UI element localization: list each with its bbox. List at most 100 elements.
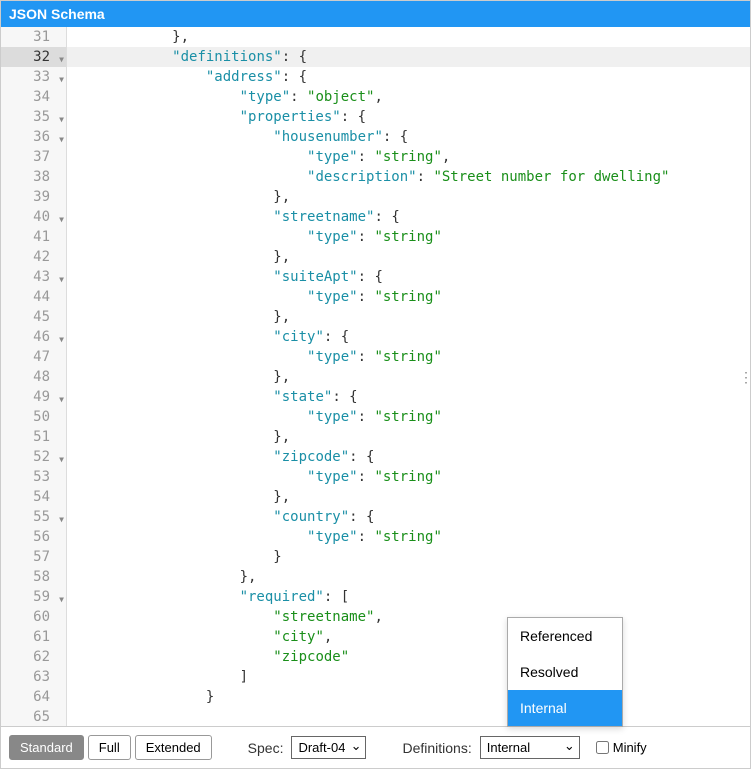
code-editor[interactable]: 3132▼33▼3435▼36▼37383940▼414243▼444546▼4… (1, 27, 750, 726)
token-key: "type" (307, 349, 358, 365)
token-brace: } (273, 309, 281, 325)
token-punc: , (282, 369, 290, 385)
line-number[interactable]: 43▼ (1, 267, 66, 287)
line-number[interactable]: 45 (1, 307, 66, 327)
definitions-dropdown-menu[interactable]: ReferencedResolvedInternal (507, 617, 623, 727)
line-number[interactable]: 54 (1, 487, 66, 507)
line-number[interactable]: 33▼ (1, 67, 66, 87)
toolbar: Standard Full Extended Spec: Draft-04 De… (1, 726, 750, 768)
code-line[interactable]: "streetname", (67, 607, 750, 627)
code-line[interactable]: "address": { (67, 67, 750, 87)
full-button[interactable]: Full (88, 735, 131, 760)
line-number[interactable]: 40▼ (1, 207, 66, 227)
line-number[interactable]: 46▼ (1, 327, 66, 347)
code-line[interactable]: } (67, 687, 750, 707)
dropdown-item-resolved[interactable]: Resolved (508, 654, 622, 690)
code-line[interactable]: "required": [ (67, 587, 750, 607)
line-number[interactable]: 61 (1, 627, 66, 647)
code-line[interactable]: "city": { (67, 327, 750, 347)
code-line[interactable]: }, (67, 307, 750, 327)
code-line[interactable]: "type": "string" (67, 347, 750, 367)
line-number[interactable]: 63 (1, 667, 66, 687)
code-line[interactable]: }, (67, 427, 750, 447)
dropdown-item-internal[interactable]: Internal (508, 690, 622, 726)
code-line[interactable]: }, (67, 247, 750, 267)
code-line[interactable]: "properties": { (67, 107, 750, 127)
token-str: "zipcode" (273, 649, 349, 665)
line-number[interactable]: 51 (1, 427, 66, 447)
line-number[interactable]: 56 (1, 527, 66, 547)
line-number[interactable]: 64 (1, 687, 66, 707)
line-number[interactable]: 32▼ (1, 47, 66, 67)
token-key: "required" (240, 589, 324, 605)
code-line[interactable]: "state": { (67, 387, 750, 407)
token-key: "zipcode" (273, 449, 349, 465)
line-number[interactable]: 36▼ (1, 127, 66, 147)
token-brace: { (358, 109, 366, 125)
code-line[interactable]: "zipcode" (67, 647, 750, 667)
definitions-select[interactable]: Internal (480, 736, 580, 759)
line-number[interactable]: 38 (1, 167, 66, 187)
line-number-gutter[interactable]: 3132▼33▼3435▼36▼37383940▼414243▼444546▼4… (1, 27, 67, 726)
line-number[interactable]: 60 (1, 607, 66, 627)
token-brace: { (400, 129, 408, 145)
code-line[interactable]: }, (67, 27, 750, 47)
code-line[interactable]: "type": "string" (67, 407, 750, 427)
resize-grip-icon[interactable]: ⋮ (739, 375, 750, 379)
code-line[interactable]: }, (67, 187, 750, 207)
code-line[interactable]: "suiteApt": { (67, 267, 750, 287)
token-key: "type" (307, 149, 358, 165)
line-number[interactable]: 59▼ (1, 587, 66, 607)
token-brace: } (240, 569, 248, 585)
spec-select[interactable]: Draft-04 (291, 736, 366, 759)
code-line[interactable]: "type": "string" (67, 467, 750, 487)
code-line[interactable]: "streetname": { (67, 207, 750, 227)
code-line[interactable]: "type": "string" (67, 227, 750, 247)
code-line[interactable] (67, 707, 750, 726)
code-line[interactable]: "type": "string" (67, 527, 750, 547)
extended-button[interactable]: Extended (135, 735, 212, 760)
code-area[interactable]: }, "definitions": { "address": { "type":… (67, 27, 750, 726)
line-number[interactable]: 49▼ (1, 387, 66, 407)
code-line[interactable]: }, (67, 367, 750, 387)
code-line[interactable]: "type": "object", (67, 87, 750, 107)
minify-checkbox-wrap[interactable]: Minify (596, 740, 647, 755)
line-number[interactable]: 58 (1, 567, 66, 587)
code-line[interactable]: }, (67, 567, 750, 587)
code-line[interactable]: } (67, 547, 750, 567)
token-brace: } (273, 369, 281, 385)
line-number[interactable]: 52▼ (1, 447, 66, 467)
code-line[interactable]: "city", (67, 627, 750, 647)
line-number[interactable]: 41 (1, 227, 66, 247)
line-number[interactable]: 34 (1, 87, 66, 107)
line-number[interactable]: 44 (1, 287, 66, 307)
line-number[interactable]: 57 (1, 547, 66, 567)
code-line[interactable]: "definitions": { (67, 47, 750, 67)
line-number[interactable]: 65 (1, 707, 66, 726)
line-number[interactable]: 39 (1, 187, 66, 207)
line-number[interactable]: 62 (1, 647, 66, 667)
line-number[interactable]: 35▼ (1, 107, 66, 127)
token-key: "description" (307, 169, 417, 185)
line-number[interactable]: 47 (1, 347, 66, 367)
code-line[interactable]: "type": "string", (67, 147, 750, 167)
code-line[interactable]: "country": { (67, 507, 750, 527)
line-number[interactable]: 42 (1, 247, 66, 267)
code-line[interactable]: "type": "string" (67, 287, 750, 307)
line-number[interactable]: 55▼ (1, 507, 66, 527)
token-str: "string" (374, 149, 441, 165)
dropdown-item-referenced[interactable]: Referenced (508, 618, 622, 654)
line-number[interactable]: 37 (1, 147, 66, 167)
line-number[interactable]: 48 (1, 367, 66, 387)
line-number[interactable]: 53 (1, 467, 66, 487)
minify-checkbox[interactable] (596, 741, 609, 754)
code-line[interactable]: ] (67, 667, 750, 687)
standard-button[interactable]: Standard (9, 735, 84, 760)
code-line[interactable]: }, (67, 487, 750, 507)
line-number[interactable]: 31 (1, 27, 66, 47)
line-number[interactable]: 50 (1, 407, 66, 427)
code-line[interactable]: "description": "Street number for dwelli… (67, 167, 750, 187)
code-line[interactable]: "zipcode": { (67, 447, 750, 467)
token-key: "state" (273, 389, 332, 405)
code-line[interactable]: "housenumber": { (67, 127, 750, 147)
